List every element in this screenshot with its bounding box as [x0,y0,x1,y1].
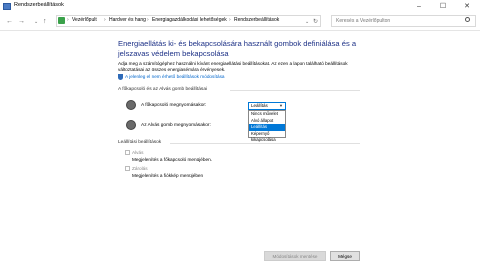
breadcrumb-separator: › [67,17,69,23]
section-power-buttons: A főkapcsoló és az Alvás gomb beállítása… [118,87,208,92]
shield-icon [118,74,123,80]
window-title: Rendszerbeállítások [14,2,64,8]
sleep-checkbox[interactable] [125,150,130,155]
section-shutdown-settings: Leállítási beállítások [118,140,162,145]
sleep-checkbox-label: Alvás [132,150,144,155]
breadcrumb-separator: › [229,17,231,23]
maximize-button[interactable]: ☐ [434,1,452,12]
power-button-label: A főkapcsoló megnyomásakor: [141,103,207,108]
power-button-icon [126,100,136,110]
breadcrumb-separator: › [147,17,149,23]
breadcrumb-separator: › [104,17,106,23]
lock-checkbox-description: Megjelenítés a fiókkép menüjében [132,173,204,178]
title-bar [0,0,480,14]
sleep-checkbox-description: Megjelenítés a főkapcsoló menüjében. [132,157,212,162]
page-description: Adja meg a számítógéphez használni kíván… [118,61,348,72]
window-icon [3,3,11,10]
back-button[interactable]: ← [6,17,13,27]
breadcrumb-item-power-options[interactable]: Energiagazdálkodási lehetőségek [152,17,227,23]
page-title: Energiaellátás ki- és bekapcsolására has… [118,39,357,58]
footer-bar [0,248,480,266]
search-input[interactable]: Keresés a Vezérlőpulton [331,15,476,27]
section-divider [170,143,360,144]
search-icon[interactable] [465,17,470,22]
breadcrumb-item-control-panel[interactable]: Vezérlőpult [72,17,97,23]
close-button[interactable]: ✕ [458,1,476,12]
option-turn-off-display[interactable]: Képernyő kikapcsolása [249,131,285,143]
cancel-button[interactable]: Mégse [330,251,360,261]
chevron-down-icon[interactable]: ▼ [279,103,283,108]
save-changes-button[interactable]: Módosítások mentése [264,251,326,261]
change-unavailable-settings-link[interactable]: A jelenleg el nem érhető beállítások mód… [125,74,225,79]
lock-checkbox[interactable] [125,166,130,171]
up-button[interactable]: ↑ [43,17,47,27]
sleep-button-icon [126,120,136,130]
forward-button[interactable]: → [18,17,25,27]
address-dropdown-icon[interactable]: ⌄ [305,17,309,27]
breadcrumb-item-system-settings[interactable]: Rendszerbeállítások [234,17,279,23]
breadcrumb-item-hardware[interactable]: Hardver és hang [109,17,146,23]
sleep-button-label: Az Alvás gomb megnyomásakor: [141,123,211,128]
refresh-button[interactable]: ↻ [313,17,318,27]
section-divider [230,90,360,91]
lock-checkbox-label: Zárolás [132,166,148,171]
control-panel-icon [58,17,65,24]
power-action-dropdown: Nincs művelet Alvó állapot Leállítás Kép… [248,110,286,143]
minimize-button[interactable]: – [410,1,428,12]
recent-dropdown-icon[interactable]: ⌄ [34,17,38,27]
